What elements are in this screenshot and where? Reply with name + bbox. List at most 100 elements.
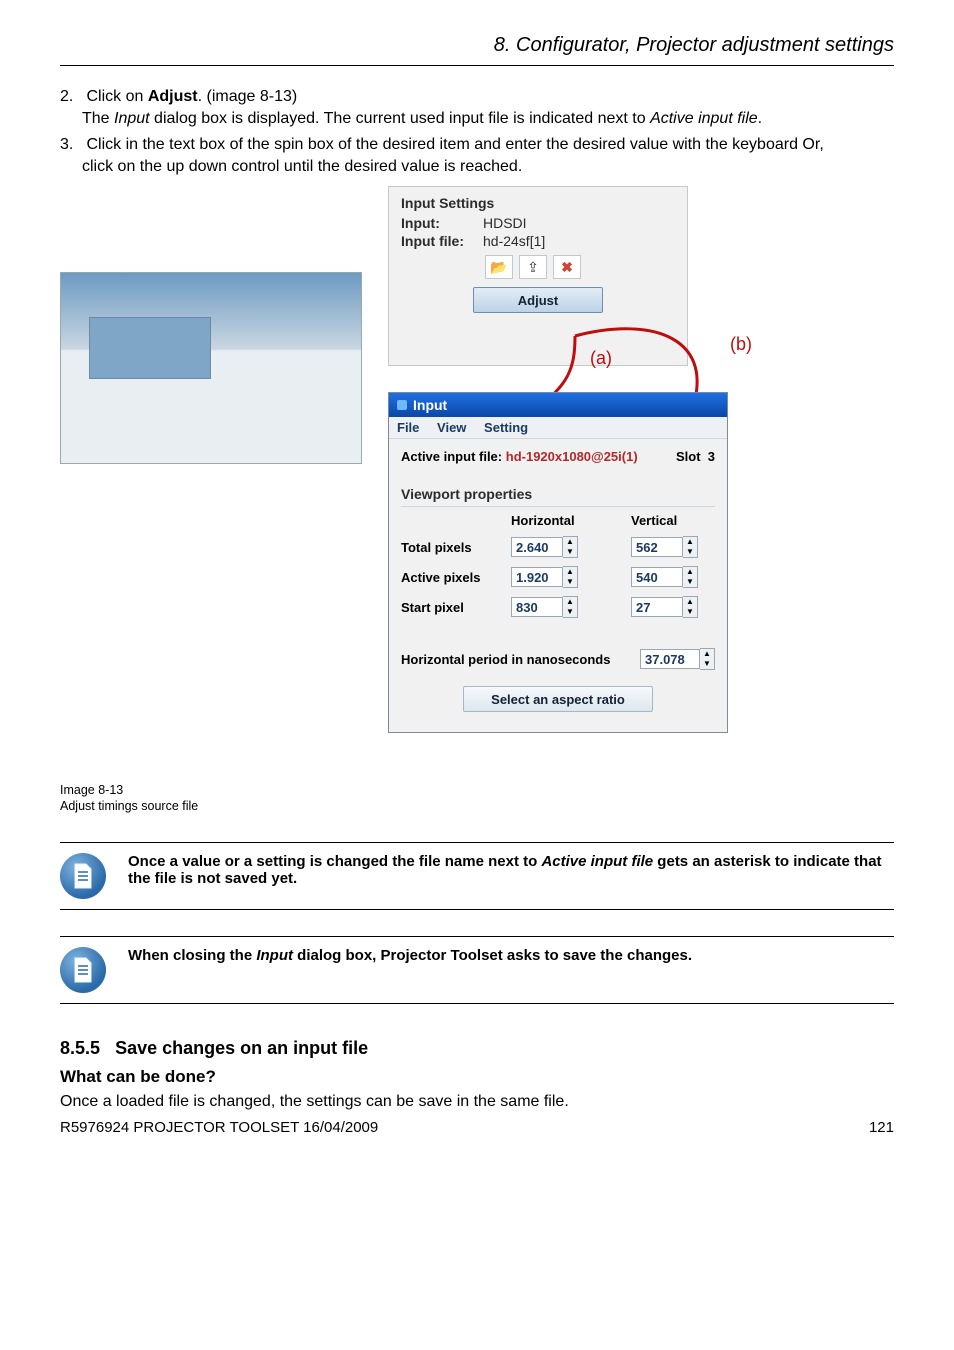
- row-total-pixels: Total pixels ▲▼ ▲▼: [401, 536, 715, 558]
- footer-left: R5976924 PROJECTOR TOOLSET 16/04/2009: [60, 1119, 378, 1136]
- active-pixels-h-spin[interactable]: ▲▼: [511, 566, 578, 588]
- horizontal-period-row: Horizontal period in nanoseconds ▲▼: [401, 648, 715, 670]
- figure-caption-line1: Image 8-13: [60, 782, 198, 798]
- step-3: 3. Click in the text box of the spin box…: [60, 136, 894, 176]
- callout-a: (a): [590, 348, 612, 369]
- section-title: Save changes on an input file: [115, 1038, 368, 1058]
- input-file-label: Input file:: [401, 233, 473, 249]
- viewport-properties-title: Viewport properties: [401, 486, 715, 502]
- figure-caption-line2: Adjust timings source file: [60, 798, 198, 814]
- horizontal-period-spin[interactable]: ▲▼: [640, 648, 715, 670]
- step-2-bold: Adjust: [148, 88, 198, 105]
- save-icon: ⇪: [527, 259, 539, 276]
- label-total-pixels: Total pixels: [401, 540, 511, 555]
- viewport-properties-grid: Horizontal Vertical Total pixels ▲▼: [401, 506, 715, 618]
- menu-file[interactable]: File: [397, 420, 419, 435]
- chevron-up-icon[interactable]: ▲: [563, 597, 577, 607]
- footer-page-number: 121: [869, 1119, 894, 1136]
- active-input-file-name: hd-1920x1080@25i(1): [506, 449, 638, 464]
- document-icon: [71, 862, 95, 890]
- start-pixel-h-input[interactable]: [511, 597, 563, 617]
- row-start-pixel: Start pixel ▲▼ ▲▼: [401, 596, 715, 618]
- chevron-down-icon[interactable]: ▼: [683, 577, 697, 587]
- input-settings-toolbar: 📂 ⇪ ✖: [485, 255, 675, 279]
- start-pixel-h-spin[interactable]: ▲▼: [511, 596, 578, 618]
- step-2-number: 2.: [60, 88, 82, 106]
- step-3-sub: click on the up down control until the d…: [82, 158, 894, 176]
- input-window-menubar: File View Setting: [389, 417, 727, 439]
- step-2-text-a: Click on: [86, 88, 147, 105]
- chevron-down-icon[interactable]: ▼: [563, 577, 577, 587]
- start-pixel-v-spin[interactable]: ▲▼: [631, 596, 698, 618]
- body-paragraph: Once a loaded file is changed, the setti…: [60, 1093, 894, 1111]
- input-settings-panel: Input Settings Input: HDSDI Input file: …: [388, 186, 688, 366]
- app-icon: [397, 400, 407, 410]
- note-1-text: Once a value or a setting is changed the…: [128, 853, 894, 887]
- input-window-body: Active input file: hd-1920x1080@25i(1) S…: [389, 439, 727, 732]
- step-3-text: Click in the text box of the spin box of…: [86, 136, 823, 153]
- section-heading: 8.5.5 Save changes on an input file: [60, 1038, 894, 1059]
- running-head: 8. Configurator, Projector adjustment se…: [60, 34, 894, 66]
- menu-view[interactable]: View: [437, 420, 466, 435]
- close-icon: ✖: [561, 259, 573, 276]
- note-2: When closing the Input dialog box, Proje…: [60, 936, 894, 1004]
- folder-open-icon: 📂: [490, 259, 507, 276]
- col-vertical: Vertical: [631, 513, 711, 528]
- step-2-sub: The Input dialog box is displayed. The c…: [82, 110, 894, 128]
- horizontal-period-input[interactable]: [640, 649, 700, 669]
- active-input-file-label: Active input file:: [401, 449, 502, 464]
- figure-caption: Image 8-13 Adjust timings source file: [60, 782, 198, 815]
- document-icon: [71, 956, 95, 984]
- chevron-up-icon[interactable]: ▲: [683, 597, 697, 607]
- input-window-title: Input: [413, 397, 447, 413]
- start-pixel-v-input[interactable]: [631, 597, 683, 617]
- chevron-up-icon[interactable]: ▲: [683, 567, 697, 577]
- chevron-up-icon[interactable]: ▲: [563, 567, 577, 577]
- page: 8. Configurator, Projector adjustment se…: [0, 0, 954, 1350]
- input-window: Input File View Setting Active input fil…: [388, 392, 728, 733]
- chevron-up-icon[interactable]: ▲: [683, 537, 697, 547]
- step-2: 2. Click on Adjust. (image 8-13) The Inp…: [60, 88, 894, 128]
- section-number: 8.5.5: [60, 1038, 100, 1058]
- menu-setting[interactable]: Setting: [484, 420, 528, 435]
- note-1: Once a value or a setting is changed the…: [60, 842, 894, 910]
- row-active-pixels: Active pixels ▲▼ ▲▼: [401, 566, 715, 588]
- input-label: Input:: [401, 215, 473, 231]
- input-window-titlebar[interactable]: Input: [389, 393, 727, 417]
- active-input-file-line: Active input file: hd-1920x1080@25i(1) S…: [401, 449, 715, 464]
- open-file-button[interactable]: 📂: [485, 255, 513, 279]
- total-pixels-h-spin[interactable]: ▲▼: [511, 536, 578, 558]
- close-file-button[interactable]: ✖: [553, 255, 581, 279]
- slot-value: 3: [708, 449, 715, 464]
- input-file-value: hd-24sf[1]: [483, 233, 545, 249]
- chevron-down-icon[interactable]: ▼: [683, 607, 697, 617]
- figure-8-13: Input Settings Input: HDSDI Input file: …: [60, 186, 894, 786]
- chevron-up-icon[interactable]: ▲: [700, 649, 714, 659]
- adjust-button[interactable]: Adjust: [473, 287, 603, 313]
- note-icon: [60, 853, 106, 899]
- active-pixels-v-input[interactable]: [631, 567, 683, 587]
- step-2-text-b: . (image 8-13): [198, 88, 298, 105]
- active-pixels-h-input[interactable]: [511, 567, 563, 587]
- chevron-down-icon[interactable]: ▼: [563, 547, 577, 557]
- note-2-text: When closing the Input dialog box, Proje…: [128, 947, 894, 964]
- slot-label: Slot: [676, 449, 701, 464]
- chevron-down-icon[interactable]: ▼: [700, 659, 714, 669]
- save-file-button[interactable]: ⇪: [519, 255, 547, 279]
- input-value: HDSDI: [483, 215, 527, 231]
- col-horizontal: Horizontal: [511, 513, 631, 528]
- active-pixels-v-spin[interactable]: ▲▼: [631, 566, 698, 588]
- chevron-up-icon[interactable]: ▲: [563, 537, 577, 547]
- total-pixels-v-spin[interactable]: ▲▼: [631, 536, 698, 558]
- chevron-down-icon[interactable]: ▼: [563, 607, 577, 617]
- horizontal-period-label: Horizontal period in nanoseconds: [401, 652, 610, 667]
- note-icon: [60, 947, 106, 993]
- steps-list: 2. Click on Adjust. (image 8-13) The Inp…: [60, 88, 894, 176]
- subsection-heading: What can be done?: [60, 1067, 894, 1087]
- chevron-down-icon[interactable]: ▼: [683, 547, 697, 557]
- step-3-number: 3.: [60, 136, 82, 154]
- select-aspect-ratio-button[interactable]: Select an aspect ratio: [463, 686, 653, 712]
- total-pixels-h-input[interactable]: [511, 537, 563, 557]
- total-pixels-v-input[interactable]: [631, 537, 683, 557]
- label-active-pixels: Active pixels: [401, 570, 511, 585]
